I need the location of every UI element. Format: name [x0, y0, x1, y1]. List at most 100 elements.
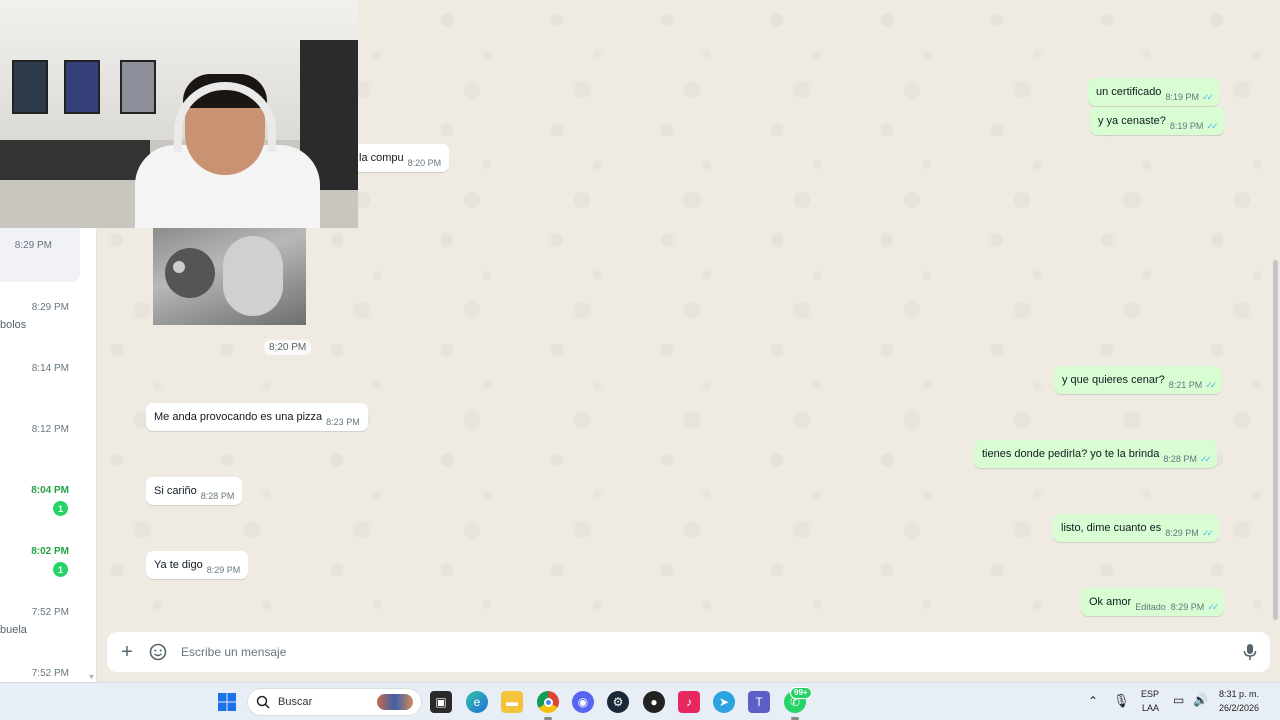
chat-list-time: 8:29 PM	[14, 240, 52, 251]
teams-icon[interactable]: T	[748, 691, 770, 713]
poster	[64, 60, 100, 114]
message-meta: 8:19 PM ✓✓	[1169, 120, 1219, 132]
message-meta: 8:29 PM ✓✓	[1165, 527, 1214, 539]
taskbar-search[interactable]: Buscar	[247, 688, 422, 716]
chat-list-item[interactable]: 8:29 PM bolos	[0, 290, 96, 350]
search-highlight-icon	[377, 694, 413, 710]
message-bubble-outgoing[interactable]: tienes donde pedirla? yo te la brinda 8:…	[974, 440, 1217, 468]
unread-badge: 1	[53, 562, 68, 577]
edge-icon[interactable]: e	[466, 691, 488, 713]
message-bubble-incoming[interactable]: Ya te digo 8:29 PM	[146, 551, 249, 579]
message-bubble-outgoing[interactable]: y que quieres cenar? 8:21 PM ✓✓	[1054, 366, 1223, 394]
task-view-icon[interactable]: ▣	[430, 691, 452, 713]
chat-list-item[interactable]: 7:52 PM buela	[0, 596, 96, 656]
chat-list-item[interactable]: 8:04 PM 1	[0, 474, 96, 534]
plus-icon[interactable]: +	[107, 641, 147, 664]
volume-icon[interactable]: 🔊	[1193, 693, 1208, 707]
double-check-icon: ✓✓	[1201, 527, 1214, 538]
edited-label: Editado	[1135, 602, 1166, 612]
message-time: 8:20 PM	[407, 158, 442, 168]
chat-list-time: 8:04 PM	[31, 485, 69, 496]
chat-list-preview: buela	[0, 624, 27, 636]
message-bubble-incoming[interactable]: la compu 8:20 PM	[351, 144, 450, 172]
double-check-icon: ✓✓	[1201, 91, 1214, 102]
image-shape	[223, 236, 283, 316]
chat-list-item[interactable]: 8:12 PM	[0, 413, 96, 473]
microphone-tray-icon[interactable]: 🎙	[1113, 693, 1130, 709]
double-check-icon: ✓✓	[1205, 379, 1217, 390]
image-shape	[165, 248, 215, 298]
language-indicator-bottom[interactable]: LAA	[1142, 703, 1159, 713]
message-text: Si cariño	[154, 485, 197, 497]
tiktok-icon[interactable]: ♪	[678, 691, 700, 713]
language-indicator-top[interactable]: ESP	[1141, 689, 1159, 699]
clock-time[interactable]: 8:31 p. m.	[1219, 689, 1259, 699]
whatsapp-notification-badge: 99+	[790, 687, 812, 699]
chat-list-item[interactable]: 8:29 PM	[0, 222, 80, 282]
double-check-icon: ✓✓	[1206, 120, 1218, 131]
message-meta: Editado 8:29 PM ✓✓	[1135, 601, 1219, 613]
message-time: 8:19 PM	[1169, 121, 1204, 131]
message-text: y ya cenaste?	[1098, 115, 1166, 127]
discord-icon[interactable]: ◉	[572, 691, 594, 713]
chat-list-time: 8:12 PM	[31, 424, 69, 435]
chat-list-item[interactable]: 8:14 PM	[0, 352, 96, 412]
message-meta: 8:29 PM	[207, 565, 241, 575]
image-message[interactable]	[153, 226, 306, 325]
chat-list-time: 7:52 PM	[31, 607, 69, 618]
sticker-icon[interactable]	[147, 641, 169, 663]
app-icon[interactable]: ●	[643, 691, 665, 713]
poster	[12, 60, 48, 114]
file-explorer-icon[interactable]: ▬	[501, 691, 523, 713]
message-bubble-outgoing[interactable]: y ya cenaste? 8:19 PM ✓✓	[1090, 107, 1224, 135]
search-label: Buscar	[278, 696, 313, 708]
message-time: 8:28 PM	[1163, 454, 1197, 464]
chat-list-item[interactable]: 7:52 PM	[0, 657, 96, 682]
message-meta: 8:20 PM	[408, 158, 442, 168]
message-text: y que quieres cenar?	[1062, 374, 1165, 386]
double-check-icon: ✓✓	[1199, 453, 1212, 464]
message-text: Me anda provocando es una pizza	[154, 411, 323, 423]
chrome-icon[interactable]	[537, 691, 559, 713]
message-bubble-incoming[interactable]: Si cariño 8:28 PM	[146, 477, 243, 505]
windows-start-icon[interactable]	[216, 691, 238, 713]
telegram-icon[interactable]: ➤	[713, 691, 735, 713]
message-time: 8:28 PM	[200, 491, 235, 501]
message-meta: 8:21 PM ✓✓	[1168, 379, 1218, 391]
desk	[0, 140, 150, 180]
steam-icon[interactable]: ⚙	[607, 691, 629, 713]
chat-list-preview: bolos	[0, 319, 27, 331]
webcam-overlay	[0, 0, 358, 228]
message-meta: 8:19 PM ✓✓	[1165, 91, 1214, 103]
chevron-up-icon[interactable]: ⌃	[1088, 694, 1098, 708]
chat-list-time: 8:14 PM	[31, 363, 69, 374]
mic-icon[interactable]	[1230, 643, 1270, 661]
double-check-icon: ✓✓	[1207, 601, 1219, 612]
chat-list-time: 8:29 PM	[31, 302, 69, 313]
network-icon[interactable]: ▭	[1173, 693, 1184, 707]
message-meta: 8:28 PM ✓✓	[1163, 453, 1212, 465]
image-shape	[173, 261, 185, 273]
message-time: 8:23 PM	[326, 417, 360, 427]
message-bubble-incoming[interactable]: Me anda provocando es una pizza 8:23 PM	[146, 403, 368, 431]
message-bubble-outgoing[interactable]: listo, dime cuanto es 8:29 PM ✓✓	[1053, 514, 1219, 542]
message-time: 8:19 PM	[1165, 92, 1199, 102]
poster	[120, 60, 156, 114]
message-text: Ok amor	[1089, 596, 1132, 608]
chat-list-item[interactable]: 8:02 PM 1	[0, 535, 96, 595]
message-input[interactable]	[181, 645, 1230, 659]
scroll-down-icon[interactable]: ▼	[88, 674, 95, 681]
chat-list-time: 8:02 PM	[31, 546, 69, 557]
message-text: tienes donde pedirla? yo te la brinda	[982, 448, 1160, 460]
message-bubble-outgoing[interactable]: un certificado 8:19 PM ✓✓	[1088, 78, 1220, 106]
message-time: 8:21 PM	[1168, 380, 1203, 390]
message-bubble-outgoing[interactable]: Ok amor Editado 8:29 PM ✓✓	[1081, 588, 1225, 616]
conversation-scrollbar[interactable]	[1273, 260, 1278, 620]
chat-list-time: 7:52 PM	[31, 668, 69, 679]
clock-date[interactable]: 26/2/2026	[1219, 703, 1259, 713]
message-meta: 8:28 PM	[201, 491, 235, 501]
message-text: Ya te digo	[154, 559, 203, 571]
message-composer: +	[107, 632, 1270, 672]
message-meta: 8:23 PM	[326, 417, 360, 427]
search-icon	[256, 695, 270, 709]
